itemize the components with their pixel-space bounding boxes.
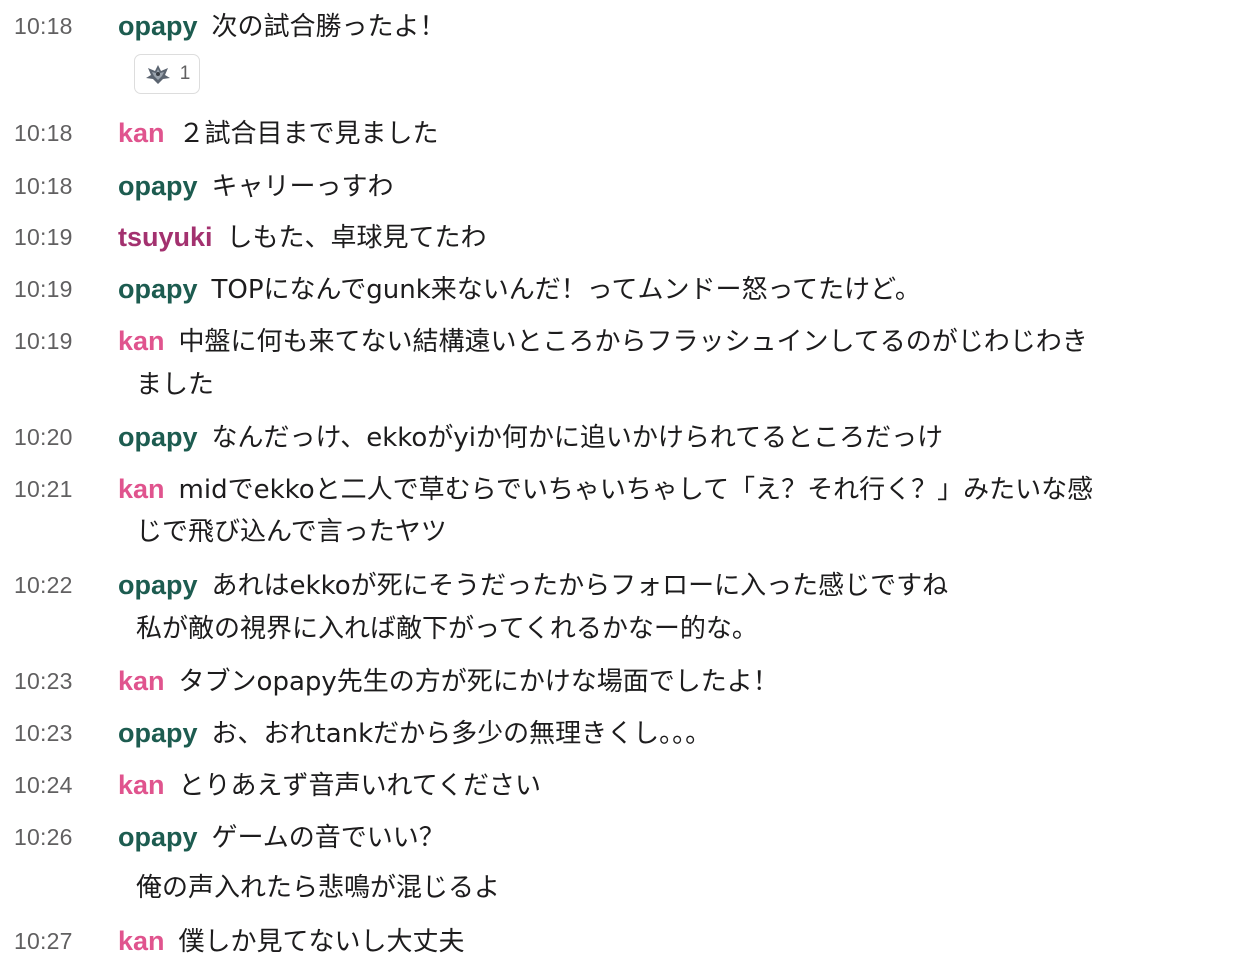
timestamp[interactable]: 10:19 [14, 211, 73, 263]
timestamp[interactable]: 10:26 [14, 811, 73, 863]
message: 10:18 opapy 次の試合勝ったよ！ 1 [0, 0, 1250, 100]
message-text: ２試合目まで見ました [178, 119, 439, 149]
message-line: opapy お、おれtankだから多少の無理きくし。。。 [118, 707, 1243, 760]
message-line: kan ２試合目まで見ました [118, 107, 1243, 160]
message-text-continued: 私が敵の視界に入れば敵下がってくれるかなー的な。 [136, 614, 758, 644]
message-text-continued: じで飛び込んで言ったヤツ [136, 517, 447, 547]
message: 10:19 opapy TOPになんでgunk来ないんだ！ってムンドー怒ってたけど… [0, 263, 1250, 315]
message: 10:24 kan とりあえず音声いれてください [0, 759, 1250, 811]
message-text: midでekkoと二人で草むらでいちゃいちゃして「え？それ行く？」みたいな感 [178, 475, 1094, 505]
team-crest-emoji-icon [144, 62, 172, 86]
message: 10:18 kan ２試合目まで見ました [0, 107, 1250, 159]
message-text: なんだっけ、ekkoがyiか何かに追いかけられてるところだっけ [211, 423, 944, 453]
username[interactable]: opapy [118, 422, 198, 452]
username[interactable]: kan [118, 474, 165, 504]
message-text: 中盤に何も来てない結構遠いところからフラッシュインしてるのがじわじわき [178, 327, 1088, 357]
message-text: とりあえず音声いれてください [178, 771, 541, 801]
message-line: tsuyuki しもた、卓球見てたわ [118, 211, 1243, 264]
message-line: kan midでekkoと二人で草むらでいちゃいちゃして「え？それ行く？」みたいな… [118, 463, 1243, 516]
reaction-count: 1 [179, 63, 191, 84]
message-line: opapy 次の試合勝ったよ！ [118, 0, 1243, 53]
message-line: opapy あれはekkoが死にそうだったからフォローに入った感じですね [118, 559, 1243, 612]
timestamp[interactable]: 10:18 [14, 160, 73, 212]
timestamp[interactable]: 10:21 [14, 463, 73, 515]
message-text: お、おれtankだから多少の無理きくし。。。 [211, 719, 712, 749]
message: 10:19 kan 中盤に何も来てない結構遠いところからフラッシュインしてるのがじ… [0, 315, 1250, 407]
username[interactable]: opapy [118, 822, 198, 852]
username[interactable]: kan [118, 926, 165, 956]
message-line: kan 僕しか見てないし大丈夫 [118, 915, 1243, 968]
username[interactable]: kan [118, 666, 165, 696]
timestamp[interactable]: 10:23 [14, 707, 73, 759]
message-text: 次の試合勝ったよ！ [211, 12, 446, 42]
message-line: kan 中盤に何も来てない結構遠いところからフラッシュインしてるのがじわじわき [118, 315, 1243, 368]
timestamp[interactable]: 10:19 [14, 263, 73, 315]
timestamp[interactable]: 10:18 [14, 0, 73, 52]
username[interactable]: tsuyuki [118, 222, 213, 252]
message-line: kan とりあえず音声いれてください [118, 759, 1243, 812]
username[interactable]: opapy [118, 718, 198, 748]
username[interactable]: kan [118, 326, 165, 356]
message-text-continued: ました [136, 370, 215, 400]
message: 10:27 kan 僕しか見てないし大丈夫 [0, 915, 1250, 962]
message-text: しもた、卓球見てたわ [226, 223, 487, 253]
message-text: タブンopapy先生の方が死にかけな場面でしたよ！ [178, 667, 779, 697]
message-text: あれはekkoが死にそうだったからフォローに入った感じですね [211, 571, 949, 601]
message: 10:19 tsuyuki しもた、卓球見てたわ [0, 211, 1250, 263]
timestamp[interactable]: 10:23 [14, 655, 73, 707]
username[interactable]: opapy [118, 274, 198, 304]
timestamp[interactable]: 10:27 [14, 915, 73, 967]
message-text-continued: 俺の声入れたら悲鳴が混じるよ [136, 873, 501, 903]
username[interactable]: opapy [118, 171, 198, 201]
username[interactable]: opapy [118, 11, 198, 41]
message-line: opapy なんだっけ、ekkoがyiか何かに追いかけられてるところだっけ [118, 411, 1243, 464]
timestamp[interactable]: 10:18 [14, 107, 73, 159]
timestamp[interactable]: 10:24 [14, 759, 73, 811]
message: 10:18 opapy キャリーっすわ [0, 160, 1250, 212]
message: 10:22 opapy あれはekkoが死にそうだったからフォローに入った感じです… [0, 559, 1250, 651]
message-line: opapy キャリーっすわ [118, 160, 1243, 213]
username[interactable]: kan [118, 118, 165, 148]
message-line: kan タブンopapy先生の方が死にかけな場面でしたよ！ [118, 655, 1243, 708]
message: 10:23 opapy お、おれtankだから多少の無理きくし。。。 [0, 707, 1250, 759]
message-line: opapy TOPになんでgunk来ないんだ！ってムンドー怒ってたけど。 [118, 263, 1243, 316]
message-text: 僕しか見てないし大丈夫 [178, 927, 465, 957]
reaction-button[interactable]: 1 [134, 54, 200, 94]
timestamp[interactable]: 10:22 [14, 559, 73, 611]
timestamp[interactable]: 10:20 [14, 411, 73, 463]
message: 10:21 kan midでekkoと二人で草むらでいちゃいちゃして「え？それ行く… [0, 463, 1250, 555]
message-text: ゲームの音でいい？ [211, 823, 445, 853]
message-line: opapy ゲームの音でいい？ [118, 811, 1243, 864]
message-text: TOPになんでgunk来ないんだ！ってムンドー怒ってたけど。 [211, 275, 921, 305]
message: 10:26 opapy ゲームの音でいい？ 俺の声入れたら悲鳴が混じるよ [0, 811, 1250, 911]
username[interactable]: opapy [118, 570, 198, 600]
message: 10:20 opapy なんだっけ、ekkoがyiか何かに追いかけられてるところだ… [0, 411, 1250, 463]
message-text: キャリーっすわ [211, 172, 394, 202]
timestamp[interactable]: 10:19 [14, 315, 73, 367]
message: 10:23 kan タブンopapy先生の方が死にかけな場面でしたよ！ [0, 655, 1250, 707]
username[interactable]: kan [118, 770, 165, 800]
